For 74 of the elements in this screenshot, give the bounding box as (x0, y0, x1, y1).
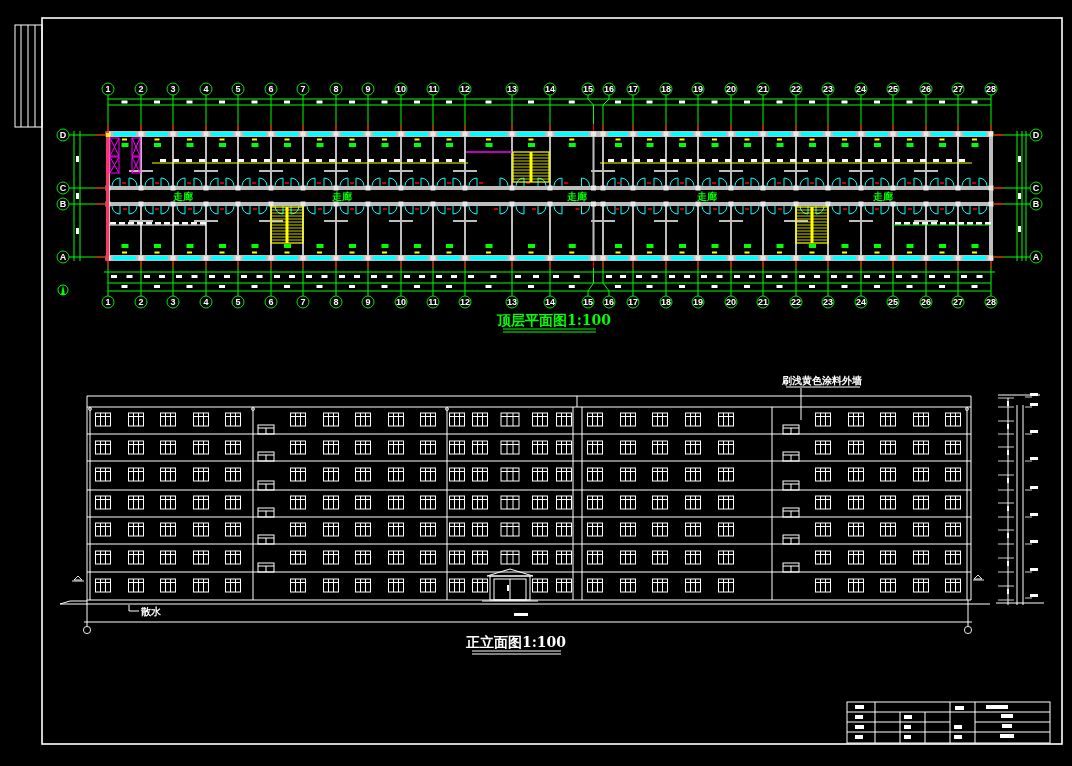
axis-bubble: 20 (724, 82, 738, 96)
axis-bubble: 11 (426, 295, 440, 309)
axis-bubble: 9 (361, 82, 375, 96)
axis-bubble: B (56, 197, 70, 211)
axis-bubble: 19 (691, 82, 705, 96)
level-marker-icon (71, 575, 85, 582)
axis-bubble: 4 (199, 295, 213, 309)
axis-bubble: 28 (984, 82, 998, 96)
axis-bubble: 1 (101, 295, 115, 309)
axis-bubble: 18 (659, 295, 673, 309)
axis-bubble: D (56, 128, 70, 142)
axis-bubble: 19 (691, 295, 705, 309)
axis-bubble: 26 (919, 295, 933, 309)
axis-bubble: 12 (458, 82, 472, 96)
axis-bubble: 13 (505, 82, 519, 96)
axis-bubble: 6 (264, 82, 278, 96)
axis-bubble: A (1029, 250, 1043, 264)
axis-bubble: 8 (329, 295, 343, 309)
axis-bubble: 26 (919, 82, 933, 96)
axis-bubble: 9 (361, 295, 375, 309)
axis-bubble: 21 (756, 82, 770, 96)
axis-bubble: 7 (296, 82, 310, 96)
axis-bubble: 25 (886, 82, 900, 96)
axis-bubble: 25 (886, 295, 900, 309)
axis-bubble: A (56, 250, 70, 264)
axis-bubble: 16 (602, 82, 616, 96)
room-label: 走廊 (873, 191, 893, 202)
axis-bubble: 14 (543, 295, 557, 309)
axis-bubble: 23 (821, 295, 835, 309)
axis-bubble: 3 (166, 82, 180, 96)
axis-bubble: 3 (166, 295, 180, 309)
axis-bubble: 6 (264, 295, 278, 309)
wall-finish-note: 刷浅黄色涂料外墙 (782, 375, 862, 386)
axis-bubble: 10 (394, 295, 408, 309)
plan-title: 顶层平面图1:100 (496, 312, 612, 328)
axis-bubble: 2 (134, 82, 148, 96)
axis-bubble: 27 (951, 82, 965, 96)
axis-bubble: 8 (329, 82, 343, 96)
axis-bubble: 22 (789, 82, 803, 96)
axis-bubble: 16 (602, 295, 616, 309)
axis-bubble: 15 (581, 295, 595, 309)
axis-bubble: 21 (756, 295, 770, 309)
room-label: 走廊 (567, 191, 587, 202)
axis-bubble: C (56, 181, 70, 195)
axis-bubble: 27 (951, 295, 965, 309)
axis-bubble: 11 (426, 82, 440, 96)
axis-bubble: 5 (231, 82, 245, 96)
room-label: 走廊 (332, 191, 352, 202)
axis-bubble: 17 (626, 82, 640, 96)
axis-bubble: 17 (626, 295, 640, 309)
room-label: 走廊 (697, 191, 717, 202)
axis-bubble: 1 (101, 82, 115, 96)
axis-bubble: 7 (296, 295, 310, 309)
axis-bubble: 15 (581, 82, 595, 96)
axis-bubble: 10 (394, 82, 408, 96)
axis-bubble: C (1029, 181, 1043, 195)
axis-bubble: 24 (854, 82, 868, 96)
axis-bubble: 23 (821, 82, 835, 96)
axis-bubble: 13 (505, 295, 519, 309)
axis-bubble: 12 (458, 295, 472, 309)
axis-bubble: 28 (984, 295, 998, 309)
elevation-title: 正立面图1:100 (465, 634, 567, 650)
apron-note: 散水 (141, 606, 161, 617)
axis-bubble: 4 (199, 82, 213, 96)
axis-bubble: 2 (134, 295, 148, 309)
axis-bubble: 18 (659, 82, 673, 96)
axis-bubble: 20 (724, 295, 738, 309)
axis-bubble: 24 (854, 295, 868, 309)
axis-bubble: 5 (231, 295, 245, 309)
axis-bubble: 14 (543, 82, 557, 96)
axis-bubble: B (1029, 197, 1043, 211)
axis-bubble: 22 (789, 295, 803, 309)
axis-bubble: D (1029, 128, 1043, 142)
room-label: 走廊 (173, 191, 193, 202)
